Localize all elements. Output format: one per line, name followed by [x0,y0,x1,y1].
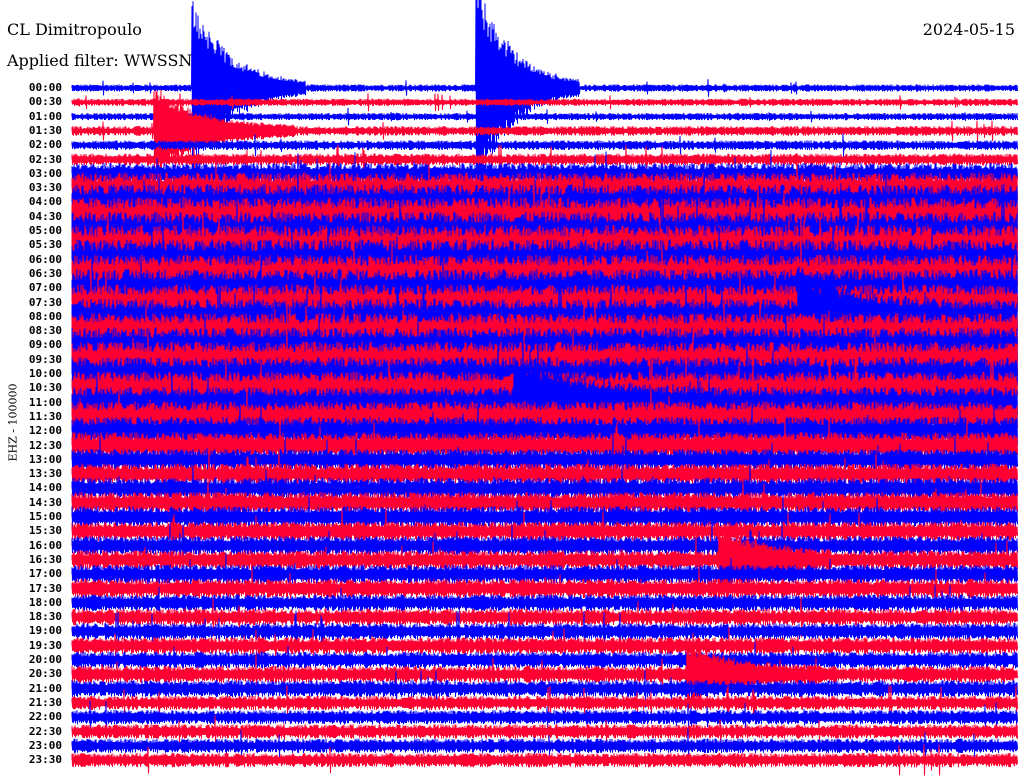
helicorder-plot [71,0,1018,776]
